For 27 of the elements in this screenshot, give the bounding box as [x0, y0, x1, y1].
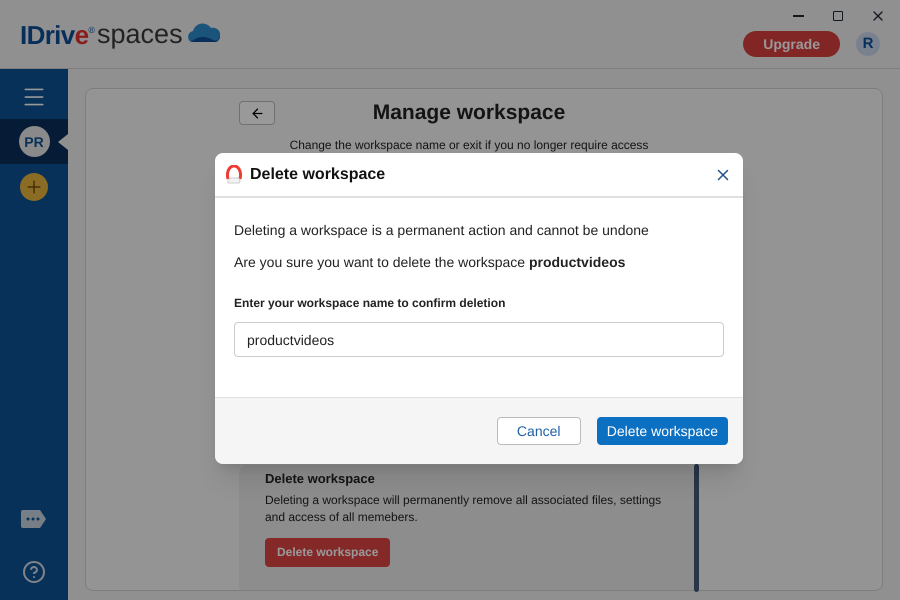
- product-name: spaces: [97, 21, 183, 48]
- user-avatar[interactable]: R: [856, 32, 880, 56]
- field-label: Enter your workspace name to confirm deletion: [234, 295, 506, 312]
- help-icon[interactable]: [22, 560, 46, 584]
- registered-mark: ®: [88, 24, 96, 35]
- back-button[interactable]: [239, 101, 275, 125]
- minimize-icon: [792, 15, 804, 17]
- sidebar-item[interactable]: PR: [0, 119, 68, 164]
- workspace-name-field[interactable]: productvideos: [234, 322, 724, 357]
- maximize-icon: [832, 10, 844, 22]
- app-logo-icon: [226, 164, 242, 184]
- dialog-question: Are you sure you want to delete the workspace productvideos: [234, 253, 626, 272]
- logo-text: IDrive: [20, 22, 88, 48]
- selection-pointer-icon: [58, 134, 68, 150]
- upgrade-button[interactable]: Upgrade: [743, 31, 840, 57]
- dialog-title: Delete workspace: [250, 164, 386, 184]
- confirm-delete-button[interactable]: Delete workspace: [596, 417, 728, 445]
- delete-workspace-button[interactable]: Delete workspace: [265, 538, 390, 566]
- workspace-avatar[interactable]: PR: [18, 126, 50, 157]
- page-title: Manage workspace: [372, 100, 566, 126]
- chat-tag-icon[interactable]: [21, 510, 47, 528]
- section-description: Deleting a workspace will permanently remove all associated files, settings and access of all memebers.: [265, 492, 662, 526]
- page-subtitle: Change the workspace name or exit if you no longer require access: [288, 137, 650, 154]
- cancel-button[interactable]: Cancel: [496, 417, 581, 445]
- dialog-message: Deleting a workspace is a permanent action and cannot be undone: [234, 221, 650, 240]
- add-workspace-button[interactable]: [20, 172, 48, 200]
- section-heading: Delete workspace: [265, 470, 376, 488]
